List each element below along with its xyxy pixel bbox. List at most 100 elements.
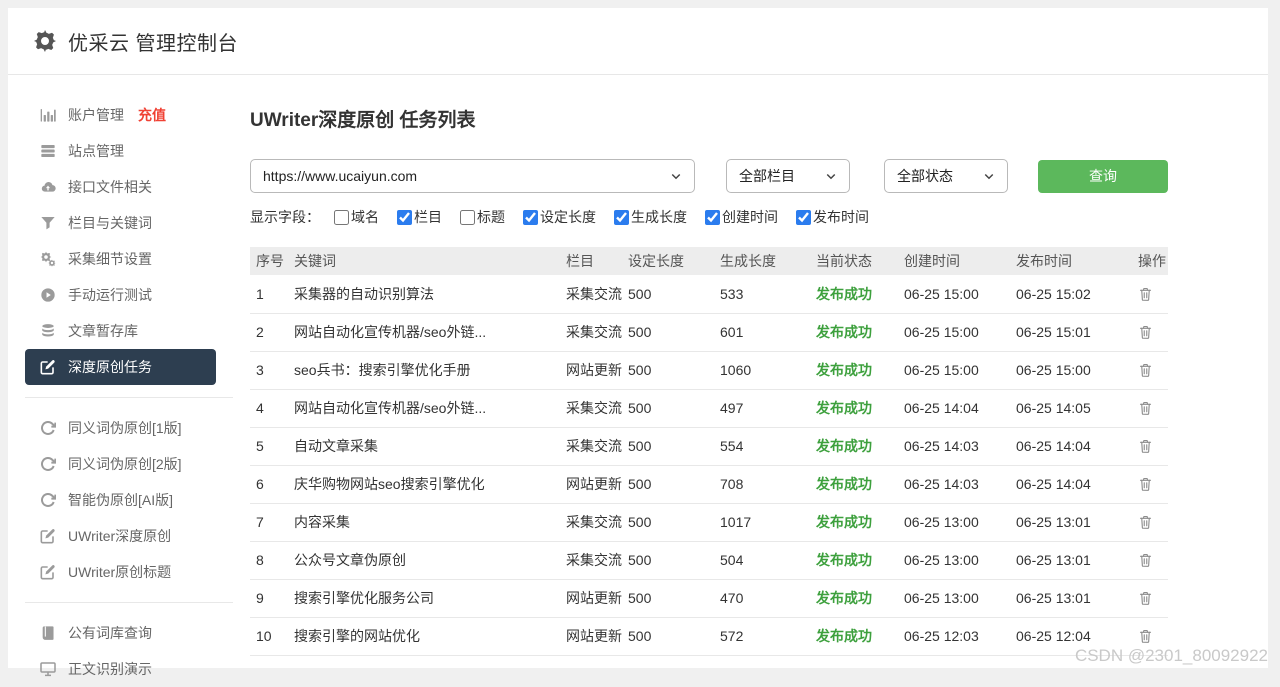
sidebar-group-rewrite: 同义词伪原创[1版] 同义词伪原创[2版] 智能伪原创[AI版] bbox=[8, 410, 250, 590]
cell-set-length: 500 bbox=[622, 617, 714, 655]
table-row: 4 网站自动化宣传机器/seo外链... 采集交流 500 497 发布成功 0… bbox=[250, 389, 1168, 427]
column-filter-value: 全部栏目 bbox=[739, 166, 795, 186]
delete-button[interactable] bbox=[1138, 362, 1153, 378]
sidebar-item[interactable]: 正文识别演示 bbox=[25, 651, 216, 687]
site-select-value: https://www.ucaiyun.com bbox=[263, 168, 417, 184]
table-row: 6 庆华购物网站seo搜索引擎优化 网站更新 500 708 发布成功 06-2… bbox=[250, 465, 1168, 503]
site-select[interactable]: https://www.ucaiyun.com bbox=[250, 159, 695, 193]
cell-publish-time: 06-25 15:01 bbox=[1010, 313, 1132, 351]
refresh-icon bbox=[40, 420, 56, 436]
sidebar-item-label: 文章暂存库 bbox=[68, 321, 138, 341]
field-checkbox-option[interactable]: 生成长度 bbox=[614, 207, 687, 227]
field-checkbox[interactable] bbox=[397, 210, 412, 225]
sidebar-item[interactable]: UWriter原创标题 bbox=[25, 554, 216, 590]
cell-keyword: 网站自动化宣传机器/seo外链... bbox=[288, 313, 560, 351]
sidebar-item[interactable]: 智能伪原创[AI版] bbox=[25, 482, 216, 518]
field-checkbox-option[interactable]: 标题 bbox=[460, 207, 505, 227]
cell-index: 4 bbox=[250, 389, 288, 427]
sidebar-item[interactable]: UWriter深度原创 bbox=[25, 518, 216, 554]
cell-actions bbox=[1132, 541, 1168, 579]
cell-created-time: 06-25 13:00 bbox=[898, 579, 1010, 617]
cell-set-length: 500 bbox=[622, 275, 714, 313]
field-checkbox[interactable] bbox=[796, 210, 811, 225]
cell-keyword: 内容采集 bbox=[288, 503, 560, 541]
trash-icon bbox=[1138, 286, 1153, 302]
cell-set-length: 500 bbox=[622, 465, 714, 503]
field-checkbox[interactable] bbox=[614, 210, 629, 225]
field-checkbox[interactable] bbox=[523, 210, 538, 225]
sidebar-item[interactable]: 账户管理 充值 bbox=[25, 97, 216, 133]
table-row: 3 seo兵书：搜索引擎优化手册 网站更新 500 1060 发布成功 06-2… bbox=[250, 351, 1168, 389]
column-filter-select[interactable]: 全部栏目 bbox=[726, 159, 850, 193]
cell-actions bbox=[1132, 427, 1168, 465]
sidebar-item[interactable]: 接口文件相关 bbox=[25, 169, 216, 205]
field-checkbox[interactable] bbox=[334, 210, 349, 225]
cell-actions bbox=[1132, 313, 1168, 351]
delete-button[interactable] bbox=[1138, 628, 1153, 644]
sidebar-item[interactable]: 手动运行测试 bbox=[25, 277, 216, 313]
delete-button[interactable] bbox=[1138, 400, 1153, 416]
cell-publish-time: 06-25 12:04 bbox=[1010, 617, 1132, 655]
sidebar-item[interactable]: 深度原创任务 bbox=[25, 349, 216, 385]
column-header: 关键词 bbox=[288, 247, 560, 275]
field-checkbox-label: 生成长度 bbox=[631, 207, 687, 227]
delete-button[interactable] bbox=[1138, 438, 1153, 454]
sidebar-item[interactable]: 站点管理 bbox=[25, 133, 216, 169]
cell-column: 采集交流 bbox=[560, 541, 622, 579]
cell-gen-length: 601 bbox=[714, 313, 810, 351]
field-checkbox-option[interactable]: 域名 bbox=[334, 207, 379, 227]
delete-button[interactable] bbox=[1138, 476, 1153, 492]
field-checkbox-label: 发布时间 bbox=[813, 207, 869, 227]
cell-actions bbox=[1132, 503, 1168, 541]
cell-publish-time: 06-25 13:01 bbox=[1010, 579, 1132, 617]
cell-index: 10 bbox=[250, 617, 288, 655]
cell-publish-time: 06-25 15:02 bbox=[1010, 275, 1132, 313]
cell-column: 网站更新 bbox=[560, 617, 622, 655]
chevron-down-icon bbox=[983, 170, 995, 182]
cell-column: 网站更新 bbox=[560, 465, 622, 503]
cell-index: 7 bbox=[250, 503, 288, 541]
cell-gen-length: 504 bbox=[714, 541, 810, 579]
delete-button[interactable] bbox=[1138, 552, 1153, 568]
cell-created-time: 06-25 14:03 bbox=[898, 465, 1010, 503]
cell-publish-time: 06-25 15:00 bbox=[1010, 351, 1132, 389]
column-header: 栏目 bbox=[560, 247, 622, 275]
field-checkbox-option[interactable]: 栏目 bbox=[397, 207, 442, 227]
cell-keyword: seo兵书：搜索引擎优化手册 bbox=[288, 351, 560, 389]
cell-publish-time: 06-25 13:01 bbox=[1010, 541, 1132, 579]
display-fields-label: 显示字段： bbox=[250, 207, 320, 227]
delete-button[interactable] bbox=[1138, 514, 1153, 530]
column-header: 生成长度 bbox=[714, 247, 810, 275]
sidebar-item[interactable]: 采集细节设置 bbox=[25, 241, 216, 277]
sidebar-item[interactable]: 栏目与关键词 bbox=[25, 205, 216, 241]
cell-actions bbox=[1132, 275, 1168, 313]
edit-icon bbox=[40, 359, 56, 375]
sidebar-item[interactable]: 文章暂存库 bbox=[25, 313, 216, 349]
cell-column: 采集交流 bbox=[560, 275, 622, 313]
sidebar-item[interactable]: 公有词库查询 bbox=[25, 615, 216, 651]
recharge-link[interactable]: 充值 bbox=[138, 105, 166, 125]
query-button[interactable]: 查询 bbox=[1038, 160, 1168, 193]
field-checkbox-label: 标题 bbox=[477, 207, 505, 227]
field-checkbox-option[interactable]: 设定长度 bbox=[523, 207, 596, 227]
sidebar-item[interactable]: 同义词伪原创[1版] bbox=[25, 410, 216, 446]
delete-button[interactable] bbox=[1138, 324, 1153, 340]
cell-status: 发布成功 bbox=[810, 503, 898, 541]
field-checkbox[interactable] bbox=[705, 210, 720, 225]
delete-button[interactable] bbox=[1138, 286, 1153, 302]
delete-button[interactable] bbox=[1138, 590, 1153, 606]
cell-set-length: 500 bbox=[622, 389, 714, 427]
field-checkbox-option[interactable]: 创建时间 bbox=[705, 207, 778, 227]
cell-set-length: 500 bbox=[622, 427, 714, 465]
sidebar-item-label: 接口文件相关 bbox=[68, 177, 152, 197]
cell-status: 发布成功 bbox=[810, 275, 898, 313]
column-header: 序号 bbox=[250, 247, 288, 275]
sidebar-item[interactable]: 同义词伪原创[2版] bbox=[25, 446, 216, 482]
trash-icon bbox=[1138, 590, 1153, 606]
cloud-upload-icon bbox=[40, 179, 56, 195]
field-checkbox-option[interactable]: 发布时间 bbox=[796, 207, 869, 227]
cell-gen-length: 1060 bbox=[714, 351, 810, 389]
status-filter-select[interactable]: 全部状态 bbox=[884, 159, 1008, 193]
field-checkbox[interactable] bbox=[460, 210, 475, 225]
field-checkbox-label: 域名 bbox=[351, 207, 379, 227]
